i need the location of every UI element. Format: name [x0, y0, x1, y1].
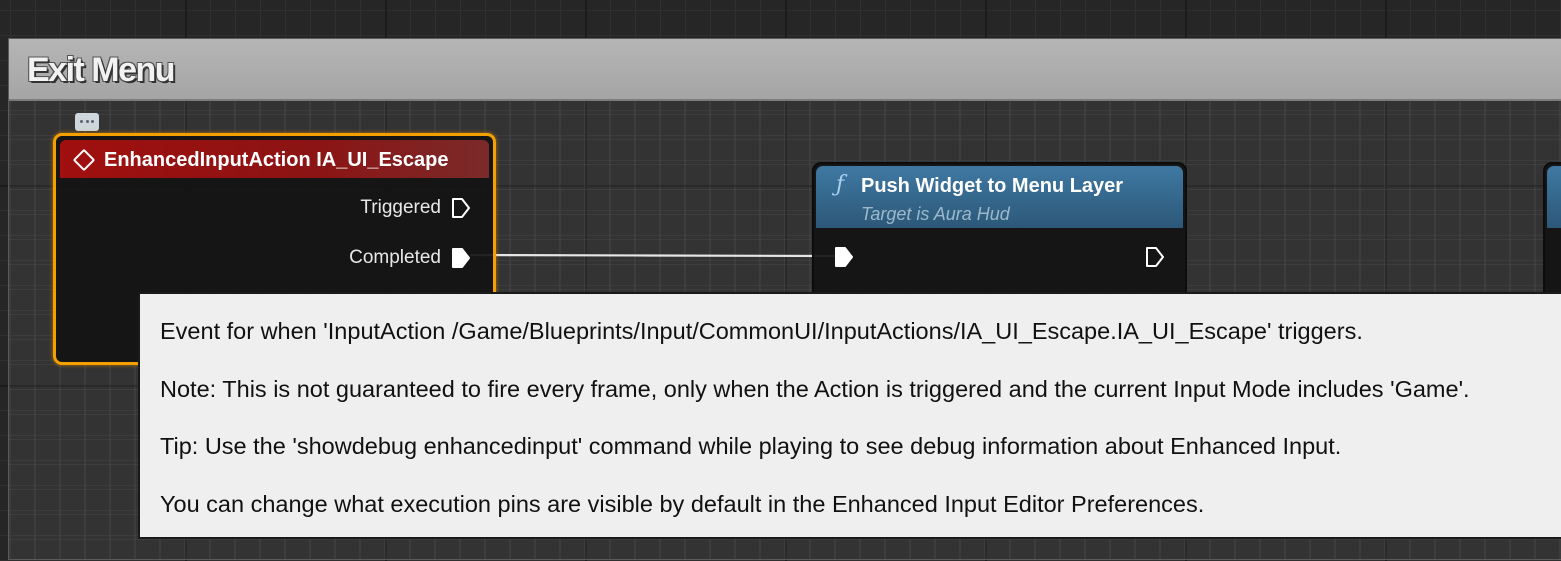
function-node-subtitle: Target is Aura Hud — [861, 204, 1010, 224]
event-diamond-icon — [72, 148, 96, 172]
push-widget-function-node[interactable]: ƒ Push Widget to Menu Layer Target is Au… — [812, 162, 1187, 302]
tooltip-line: Note: This is not guaranteed to fire eve… — [160, 376, 1470, 402]
exec-pin-hollow-icon[interactable] — [451, 197, 471, 219]
exec-input-pin-icon[interactable] — [834, 246, 854, 268]
event-node-header[interactable]: EnhancedInputAction IA_UI_Escape — [60, 140, 489, 178]
offscreen-function-node[interactable] — [1543, 162, 1561, 306]
completed-pin-label: Completed — [349, 247, 441, 268]
function-icon: ƒ — [836, 172, 845, 197]
event-node-title: EnhancedInputAction IA_UI_Escape — [104, 149, 449, 171]
function-node-title: Push Widget to Menu Layer — [861, 175, 1124, 197]
exec-output-pin-icon[interactable] — [1145, 246, 1165, 268]
offscreen-node-header — [1547, 166, 1561, 228]
tooltip-line: You can change what execution pins are v… — [160, 491, 1205, 517]
exec-pin-filled-icon[interactable] — [451, 247, 471, 269]
tooltip-line: Tip: Use the 'showdebug enhancedinput' c… — [160, 433, 1342, 459]
triggered-pin-row[interactable]: Triggered — [360, 195, 471, 221]
completed-pin-row[interactable]: Completed — [349, 245, 471, 271]
tooltip: Event for when 'InputAction /Game/Bluepr… — [138, 292, 1561, 539]
tooltip-line: Event for when 'InputAction /Game/Bluepr… — [160, 318, 1363, 344]
triggered-pin-label: Triggered — [360, 197, 441, 218]
function-node-header[interactable]: ƒ Push Widget to Menu Layer Target is Au… — [816, 166, 1183, 228]
